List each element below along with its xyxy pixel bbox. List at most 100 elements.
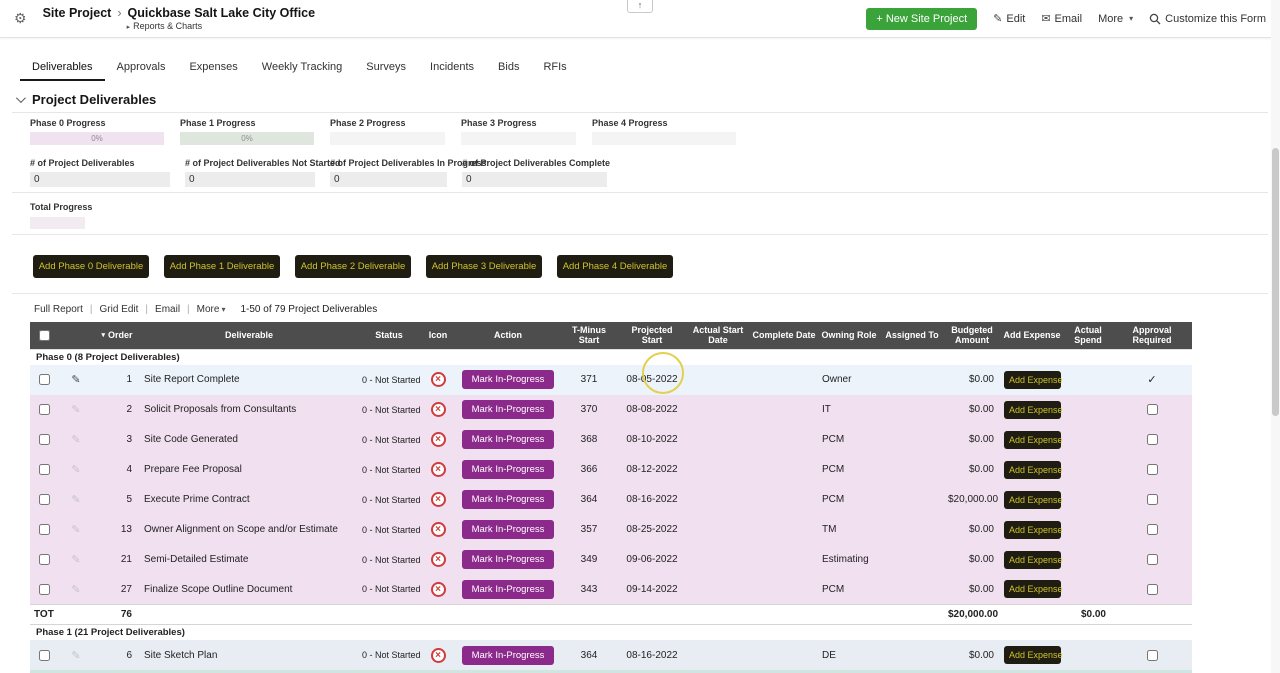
add-expense-button[interactable]: Add Expense: [1004, 370, 1063, 389]
column-header-actual-spend[interactable]: Actual Spend: [1064, 322, 1112, 350]
column-header-order[interactable]: ▾ Order: [94, 322, 140, 350]
edit-pencil-icon[interactable]: ✎: [71, 434, 80, 446]
cell-status: 0 - Not Started: [362, 494, 420, 505]
add-expense-button[interactable]: Add Expense: [1004, 460, 1063, 479]
add-expense-button[interactable]: Add Expense: [1004, 490, 1063, 509]
section-header[interactable]: Project Deliverables: [15, 91, 1268, 107]
column-header-add-expense[interactable]: Add Expense: [1000, 322, 1064, 350]
row-checkbox[interactable]: [38, 434, 50, 446]
row-checkbox[interactable]: [38, 494, 50, 506]
edit-pencil-icon[interactable]: ✎: [71, 650, 80, 662]
scroll-top-button[interactable]: ↑: [627, 0, 653, 13]
tab-surveys[interactable]: Surveys: [354, 56, 418, 81]
column-header-projected-start[interactable]: Projected Start: [618, 322, 686, 350]
cell-deliverable[interactable]: Site Report Complete: [140, 365, 358, 395]
edit-pencil-icon[interactable]: ✎: [71, 404, 80, 416]
column-header-action[interactable]: Action: [456, 322, 560, 350]
approval-checkbox[interactable]: [1146, 649, 1158, 661]
app-title[interactable]: Site Project: [43, 6, 112, 20]
mark-in-progress-button[interactable]: Mark In-Progress: [461, 579, 555, 599]
scrollbar-thumb[interactable]: [1272, 148, 1279, 416]
add-phase-1-deliverable-button[interactable]: Add Phase 1 Deliverable: [164, 255, 280, 278]
column-header-t-minus-start[interactable]: T-Minus Start: [560, 322, 618, 350]
edit-pencil-icon[interactable]: ✎: [71, 554, 80, 566]
new-site-project-button[interactable]: + New Site Project: [866, 7, 978, 30]
mark-in-progress-button[interactable]: Mark In-Progress: [461, 370, 555, 390]
edit-pencil-icon[interactable]: ✎: [71, 524, 80, 536]
edit-pencil-icon[interactable]: ✎: [71, 584, 80, 596]
cell-deliverable[interactable]: Site Sketch Plan: [140, 640, 358, 670]
tab-bids[interactable]: Bids: [486, 56, 531, 81]
cell-deliverable[interactable]: Finalize Scope Outline Document: [140, 575, 358, 605]
mark-in-progress-button[interactable]: Mark In-Progress: [461, 520, 555, 540]
column-header-owning-role[interactable]: Owning Role: [818, 322, 880, 350]
add-phase-3-deliverable-button[interactable]: Add Phase 3 Deliverable: [426, 255, 542, 278]
mark-in-progress-button[interactable]: Mark In-Progress: [461, 645, 555, 665]
column-header-deliverable[interactable]: Deliverable: [140, 322, 358, 350]
toolbar-link-more[interactable]: More ▾: [197, 304, 226, 315]
approval-checkbox[interactable]: [1146, 583, 1158, 595]
toolbar-link-full-report[interactable]: Full Report: [34, 304, 83, 315]
approval-checkbox[interactable]: [1146, 464, 1158, 476]
breadcrumb[interactable]: ▸ Reports & Charts: [127, 21, 316, 31]
add-expense-button[interactable]: Add Expense: [1004, 430, 1063, 449]
column-header-icon[interactable]: Icon: [420, 322, 456, 350]
add-phase-2-deliverable-button[interactable]: Add Phase 2 Deliverable: [295, 255, 411, 278]
add-expense-button[interactable]: Add Expense: [1004, 550, 1063, 569]
column-header-budgeted-amount[interactable]: Budgeted Amount: [944, 322, 1000, 350]
add-expense-button[interactable]: Add Expense: [1004, 400, 1063, 419]
mark-in-progress-button[interactable]: Mark In-Progress: [461, 430, 555, 450]
edit-pencil-icon[interactable]: ✎: [71, 374, 80, 386]
row-checkbox[interactable]: [38, 554, 50, 566]
tab-rfis[interactable]: RFIs: [531, 56, 578, 81]
select-all-checkbox[interactable]: [38, 329, 50, 341]
email-button[interactable]: ✉ Email: [1041, 12, 1082, 26]
row-checkbox[interactable]: [38, 649, 50, 661]
row-checkbox[interactable]: [38, 524, 50, 536]
add-phase-4-deliverable-button[interactable]: Add Phase 4 Deliverable: [557, 255, 673, 278]
add-expense-button[interactable]: Add Expense: [1004, 646, 1063, 665]
approval-checkbox[interactable]: [1146, 524, 1158, 536]
tab-incidents[interactable]: Incidents: [418, 56, 486, 81]
toolbar-link-grid-edit[interactable]: Grid Edit: [100, 304, 139, 315]
cell-deliverable[interactable]: Execute Prime Contract: [140, 485, 358, 515]
column-header-approval-required[interactable]: Approval Required: [1112, 322, 1192, 350]
edit-pencil-icon[interactable]: ✎: [71, 494, 80, 506]
column-header-complete-date[interactable]: Complete Date: [750, 322, 818, 350]
cell-order: 5: [126, 494, 132, 506]
row-checkbox[interactable]: [38, 464, 50, 476]
edit-button[interactable]: ✎ Edit: [993, 12, 1025, 26]
toolbar-link-email[interactable]: Email: [155, 304, 180, 315]
cell-deliverable[interactable]: Solicit Proposals from Consultants: [140, 395, 358, 425]
row-checkbox[interactable]: [38, 374, 50, 386]
cell-deliverable[interactable]: Semi-Detailed Estimate: [140, 545, 358, 575]
cell-deliverable[interactable]: Prepare Fee Proposal: [140, 455, 358, 485]
tab-deliverables[interactable]: Deliverables: [20, 56, 105, 81]
customize-form-button[interactable]: Customize this Form: [1149, 13, 1266, 25]
mark-in-progress-button[interactable]: Mark In-Progress: [461, 460, 555, 480]
cell-deliverable[interactable]: Site Code Generated: [140, 425, 358, 455]
edit-pencil-icon[interactable]: ✎: [71, 464, 80, 476]
tab-approvals[interactable]: Approvals: [105, 56, 178, 81]
add-expense-button[interactable]: Add Expense: [1004, 520, 1063, 539]
mark-in-progress-button[interactable]: Mark In-Progress: [461, 550, 555, 570]
row-checkbox[interactable]: [38, 404, 50, 416]
column-header-assigned-to[interactable]: Assigned To: [880, 322, 944, 350]
vertical-scrollbar[interactable]: [1271, 0, 1280, 673]
mark-in-progress-button[interactable]: Mark In-Progress: [461, 490, 555, 510]
approval-checkbox[interactable]: [1146, 494, 1158, 506]
column-header-status[interactable]: Status: [358, 322, 420, 350]
more-menu-button[interactable]: More ▾: [1098, 13, 1133, 25]
mark-in-progress-button[interactable]: Mark In-Progress: [461, 400, 555, 420]
row-checkbox[interactable]: [38, 583, 50, 595]
add-phase-0-deliverable-button[interactable]: Add Phase 0 Deliverable: [33, 255, 149, 278]
approval-checkbox[interactable]: [1146, 434, 1158, 446]
add-expense-button[interactable]: Add Expense: [1004, 580, 1063, 599]
cell-deliverable[interactable]: Owner Alignment on Scope and/or Estimate: [140, 515, 358, 545]
approval-checkbox[interactable]: [1146, 554, 1158, 566]
column-header-actual-start-date[interactable]: Actual Start Date: [686, 322, 750, 350]
tab-expenses[interactable]: Expenses: [177, 56, 249, 81]
approval-checkbox[interactable]: [1146, 404, 1158, 416]
tab-weekly-tracking[interactable]: Weekly Tracking: [250, 56, 355, 81]
gear-icon[interactable]: ⚙: [14, 10, 27, 27]
